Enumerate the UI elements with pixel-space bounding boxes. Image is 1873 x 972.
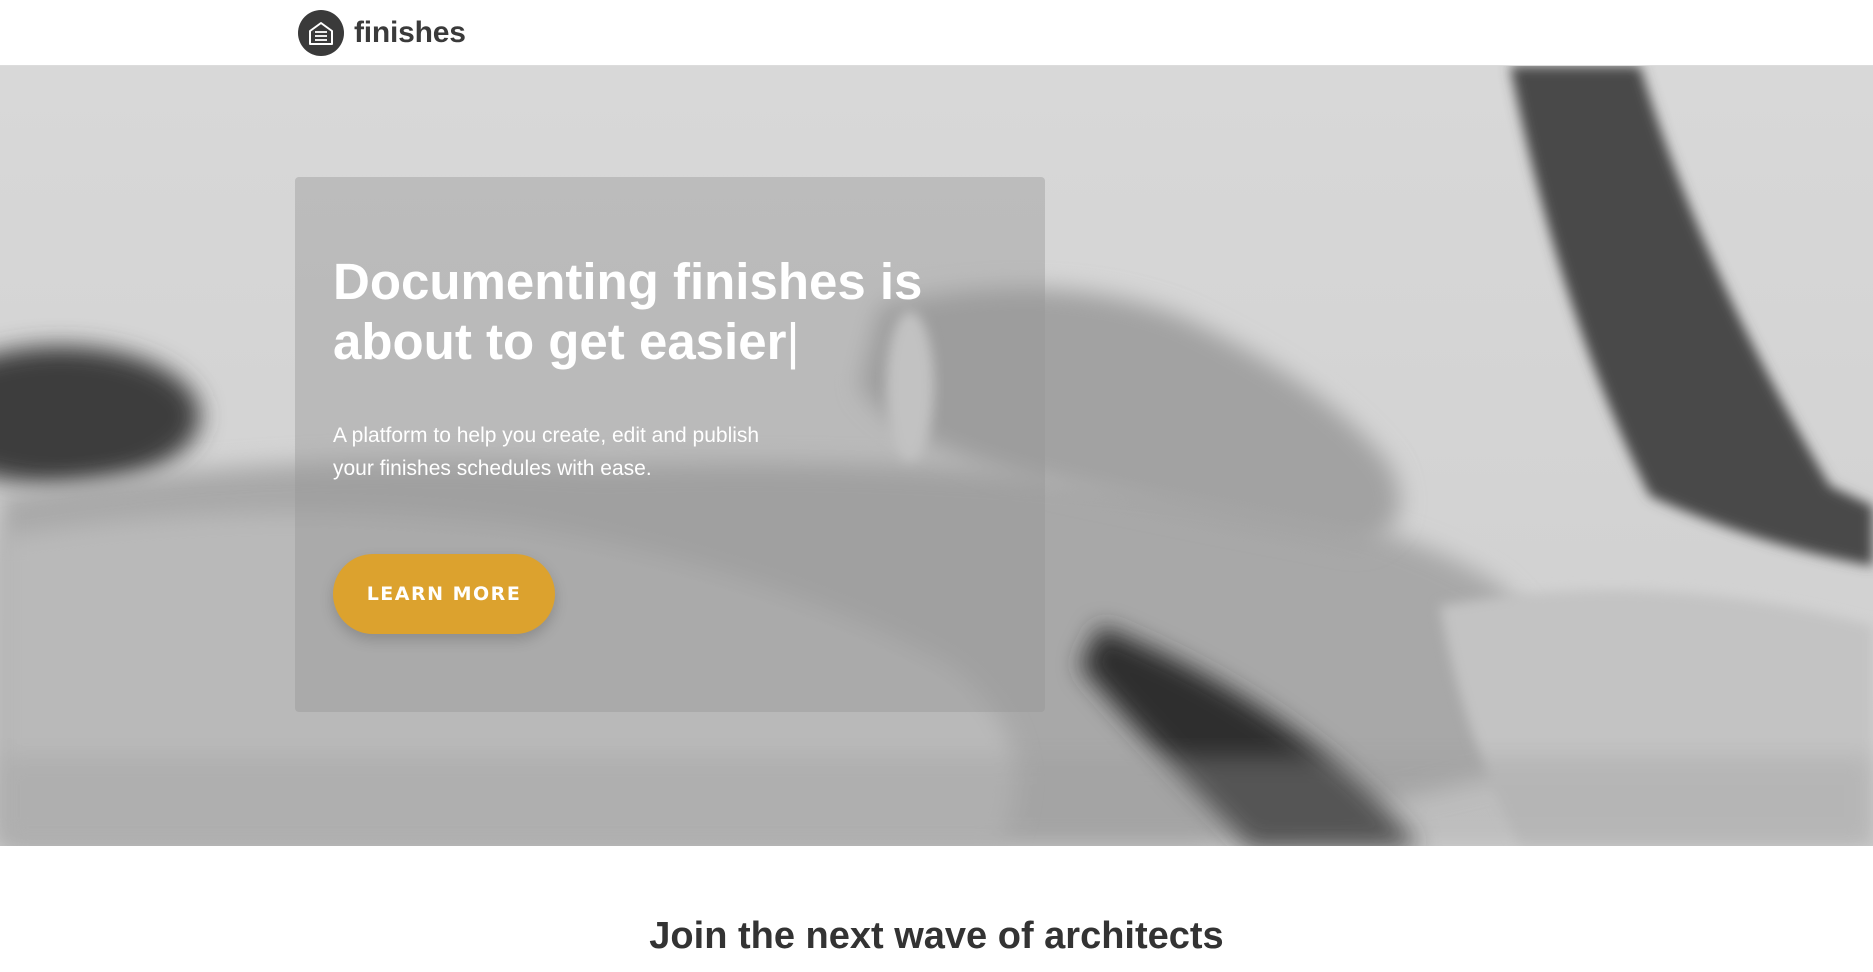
hero-card: Documenting finishes is about to get eas… <box>295 177 1045 712</box>
brand-home-link[interactable]: finishes <box>298 10 466 56</box>
site-header: finishes <box>0 0 1873 66</box>
hero-title-line1: Documenting finishes is <box>333 253 923 310</box>
hero-title: Documenting finishes is about to get eas… <box>333 252 973 372</box>
hero-subtitle-line1: A platform to help you create, edit and … <box>333 424 760 447</box>
hero-subtitle: A platform to help you create, edit and … <box>333 419 853 485</box>
section-title: Join the next wave of architects <box>649 915 1224 957</box>
hero-subtitle-line2: your finishes schedules with ease. <box>333 457 652 480</box>
typing-cursor: | <box>786 313 800 370</box>
building-icon <box>298 10 344 56</box>
learn-more-button[interactable]: LEARN MORE <box>333 554 555 634</box>
hero-title-line2: about to get easier <box>333 313 787 370</box>
hero-section: Documenting finishes is about to get eas… <box>0 66 1873 846</box>
brand-name: finishes <box>354 16 466 49</box>
